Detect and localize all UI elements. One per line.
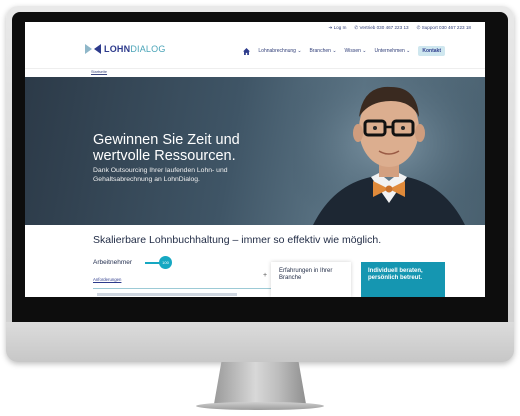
employee-slider-thumb[interactable]: 100	[159, 256, 172, 269]
breadcrumb[interactable]: Startseite	[91, 70, 107, 74]
home-icon[interactable]	[243, 47, 251, 55]
experience-card[interactable]: Erfahrungen in Ihrer Branche	[271, 262, 351, 297]
individual-advice-card[interactable]: Individuell beraten, persönlich betreut.	[361, 262, 445, 297]
hero-person-image	[293, 77, 485, 225]
nav-item-lohnabrechnung[interactable]: Lohnabrechnung ⌄	[258, 48, 301, 54]
logo-text: LOHNDIALOG	[104, 44, 166, 54]
expand-plus-icon[interactable]: +	[263, 272, 267, 279]
hero-title: Gewinnen Sie Zeit und wertvolle Ressourc…	[93, 132, 240, 164]
nav-item-branchen[interactable]: Branchen ⌄	[310, 48, 337, 54]
nav-item-wissen[interactable]: Wissen ⌄	[345, 48, 367, 54]
nav-item-unternehmen[interactable]: Unternehmen ⌄	[375, 48, 411, 54]
sales-phone-link[interactable]: ✆ Vertrieb 030 467 223 13	[354, 25, 408, 31]
experience-card-text: Erfahrungen in Ihrer Branche	[279, 268, 333, 281]
employee-slider-label: Arbeitnehmer	[93, 259, 133, 266]
lohndialog-logo[interactable]: LOHNDIALOG	[85, 44, 166, 54]
top-utility-bar: ➔ Log In ✆ Vertrieb 030 467 223 13 ✆ Sup…	[25, 22, 485, 34]
hero-subtitle: Dank Outsourcing Ihrer laufenden Lohn- u…	[93, 167, 228, 183]
support-phone-link[interactable]: ✆ Support 030 467 223 18	[417, 25, 471, 31]
monitor-stand	[214, 362, 306, 404]
main-nav: Lohnabrechnung ⌄ Branchen ⌄ Wissen ⌄ Unt…	[243, 46, 445, 56]
main-navbar: LOHNDIALOG Lohnabrechnung ⌄ Branchen ⌄ W…	[25, 34, 485, 69]
section-title: Skalierbare Lohnbuchhaltung – immer so e…	[93, 234, 382, 246]
individual-advice-card-text: Individuell beraten, persönlich betreut.	[368, 268, 423, 281]
logo-text-light: DIALOG	[130, 44, 166, 54]
employee-slider-value: 100	[162, 260, 169, 265]
monitor-foot	[196, 402, 324, 410]
hero-banner: Gewinnen Sie Zeit und wertvolle Ressourc…	[25, 77, 485, 225]
requirements-divider	[93, 288, 271, 289]
website-screen: ➔ Log In ✆ Vertrieb 030 467 223 13 ✆ Sup…	[25, 22, 485, 297]
blurred-text-line	[97, 293, 237, 296]
logo-text-strong: LOHN	[104, 44, 131, 54]
monitor-chin	[6, 322, 514, 362]
logo-mark-icon	[85, 44, 101, 54]
login-link[interactable]: ➔ Log In	[328, 25, 346, 31]
contact-button[interactable]: Kontakt	[418, 46, 445, 56]
requirements-link[interactable]: Anforderungen	[93, 277, 121, 282]
